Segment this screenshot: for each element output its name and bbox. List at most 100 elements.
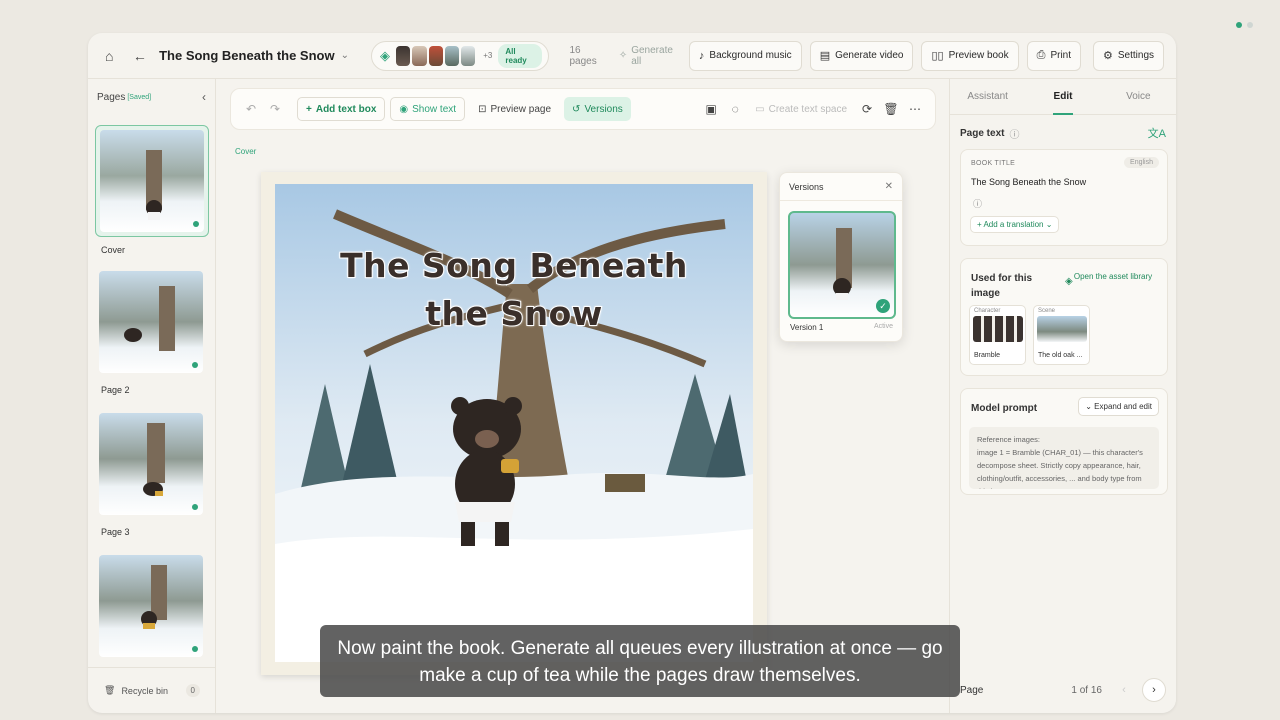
previous-page-button[interactable]: ‹ (1112, 678, 1136, 702)
page-preview-image (99, 413, 203, 515)
versions-button[interactable]: ↺ Versions (564, 97, 631, 121)
preview-book-label: Preview book (948, 50, 1009, 61)
right-panel-tabs: Assistant Edit Voice (950, 79, 1176, 115)
tab-edit[interactable]: Edit (1025, 79, 1100, 115)
preview-page-button[interactable]: ⊡ Preview page (470, 97, 559, 121)
character-avatar (461, 45, 476, 66)
film-icon: ▤ (819, 50, 831, 62)
history-icon: ↺ (572, 103, 581, 115)
book-editor-window: ⌂ ← The Song Beneath the Snow ⌄ ◈ +3 All… (88, 33, 1176, 713)
versions-label: Versions (584, 103, 623, 115)
printer-icon: ⎙ (1036, 49, 1046, 61)
top-bar: ⌂ ← The Song Beneath the Snow ⌄ ◈ +3 All… (88, 33, 1176, 79)
page-thumbnail-cover[interactable]: Cover (95, 125, 209, 255)
comment-icon[interactable]: ◌ (723, 97, 747, 121)
add-text-box-button[interactable]: + Add text box (297, 97, 386, 121)
back-arrow-icon[interactable]: ← (131, 43, 150, 69)
language-badge: English (1124, 157, 1159, 168)
saved-status: [Saved] (127, 93, 152, 101)
trash-icon: 🗑 (104, 685, 116, 695)
scene-thumbnail (1037, 316, 1087, 342)
info-icon[interactable]: ⓘ (1009, 126, 1019, 141)
indicator-dot-active (1236, 22, 1242, 28)
asset-card-character[interactable]: Character Bramble (969, 305, 1026, 365)
next-page-button[interactable]: › (1142, 678, 1166, 702)
page-pager: Page 1 of 16 ‹ › (950, 667, 1176, 713)
translate-icon[interactable]: 文A (1148, 125, 1166, 141)
delete-icon[interactable]: 🗑 (879, 97, 903, 121)
model-prompt-card: Model prompt ⌄ Expand and edit Reference… (960, 388, 1168, 495)
info-icon[interactable]: ⓘ (973, 197, 982, 210)
expand-and-edit-button[interactable]: ⌄ Expand and edit (1078, 397, 1159, 416)
used-for-image-title: Used for this image (971, 273, 1033, 299)
tree-and-bear-illustration (143, 423, 165, 496)
video-caption: Now paint the book. Generate all queues … (320, 625, 960, 697)
page-thumbnail-2[interactable]: Page 2 (95, 267, 209, 395)
status-dot (192, 646, 198, 652)
page-label: Page 2 (101, 385, 130, 395)
page-preview-image (99, 271, 203, 373)
recycle-bin-button[interactable]: 🗑 Recycle bin 0 (88, 667, 216, 713)
layers-icon: ◈ (1065, 276, 1073, 287)
generate-video-button[interactable]: ▤ Generate video (809, 40, 914, 71)
more-characters-count: +3 (483, 51, 493, 60)
collapse-panel-icon[interactable]: ‹ (202, 90, 206, 104)
print-button[interactable]: ⎙ Print (1026, 40, 1081, 71)
add-text-box-label: Add text box (315, 103, 377, 115)
tab-assistant[interactable]: Assistant (950, 79, 1025, 114)
checkmark-icon: ✓ (876, 299, 890, 313)
canvas-toolbar: ↶ ↷ + Add text box ◉ Show text ⊡ Preview… (230, 88, 936, 130)
tree-and-bear-illustration (146, 150, 162, 220)
model-prompt-text[interactable]: Reference images: image 1 = Bramble (CHA… (969, 427, 1159, 489)
more-options-icon[interactable]: ⋯ (903, 97, 927, 121)
character-avatar (396, 45, 411, 66)
page-thumbnail-3[interactable]: Page 3 (95, 409, 209, 537)
cover-title-text[interactable]: The Song Beneath the Snow (275, 242, 753, 338)
preview-book-button[interactable]: ▯▯ Preview book (921, 40, 1019, 71)
book-title-field[interactable]: The Song Beneath the Snow (971, 177, 1086, 187)
character-avatar (444, 45, 459, 66)
add-translation-button[interactable]: + Add a translation ⌄ (970, 216, 1060, 233)
cover-title-line-1: The Song Beneath (339, 245, 688, 286)
plus-icon: + (306, 103, 312, 115)
page-thumbnail-4[interactable] (95, 551, 209, 661)
plus-icon: + (977, 220, 982, 229)
open-asset-library-link[interactable]: ◈ Open the asset library (1065, 271, 1161, 287)
generate-all-button[interactable]: ✧ Generate all (611, 45, 681, 67)
pages-panel: Pages [Saved] ‹ Cover Page 2 Page 3 🗑 Re… (88, 79, 216, 713)
version-thumbnail[interactable]: ✓ (788, 211, 896, 319)
show-text-button[interactable]: ◉ Show text (390, 97, 466, 121)
image-edit-icon[interactable]: ▣ (699, 97, 723, 121)
settings-label: Settings (1117, 50, 1155, 61)
redo-icon[interactable]: ↷ (263, 97, 287, 121)
versions-popover: Versions ✕ ✓ Version 1 Active (779, 172, 903, 342)
settings-button[interactable]: ⚙ Settings (1093, 40, 1165, 71)
background-music-label: Background music (709, 50, 792, 61)
pages-panel-title: Pages (97, 91, 126, 103)
chevron-down-icon: ⌄ (1045, 220, 1053, 229)
create-text-space-button[interactable]: ▭ Create text space (747, 97, 855, 121)
undo-icon[interactable]: ↶ (239, 97, 263, 121)
asset-caption: Character (974, 308, 1001, 314)
status-dot (192, 362, 198, 368)
music-note-icon: ♪ (698, 49, 705, 62)
generate-all-label: Generate all (631, 44, 673, 67)
chevron-down-icon[interactable]: ⌄ (341, 50, 349, 61)
background-music-button[interactable]: ♪ Background music (688, 40, 802, 71)
book-title-selector[interactable]: The Song Beneath the Snow (159, 48, 335, 63)
recycle-bin-count: 0 (185, 684, 200, 697)
pages-panel-header: Pages [Saved] ‹ (88, 79, 215, 115)
model-prompt-title: Model prompt (971, 403, 1038, 414)
tab-voice[interactable]: Voice (1101, 79, 1176, 114)
used-for-image-card: Used for this image ◈ Open the asset lib… (960, 258, 1168, 376)
home-icon[interactable]: ⌂ (100, 43, 119, 69)
regenerate-icon[interactable]: ⟳ (855, 97, 879, 121)
asset-caption: Scene (1038, 308, 1056, 314)
close-icon[interactable]: ✕ (885, 181, 893, 192)
cover-illustration[interactable]: The Song Beneath the Snow ReadKidz (275, 184, 753, 662)
book-title-label: BOOK TITLE (971, 160, 1016, 167)
sliders-icon: ⚙ (1103, 50, 1113, 62)
version-status: Active (873, 323, 893, 330)
asset-card-scene[interactable]: Scene The old oak ... (1033, 305, 1090, 365)
characters-pill[interactable]: ◈ +3 All ready (371, 40, 550, 71)
